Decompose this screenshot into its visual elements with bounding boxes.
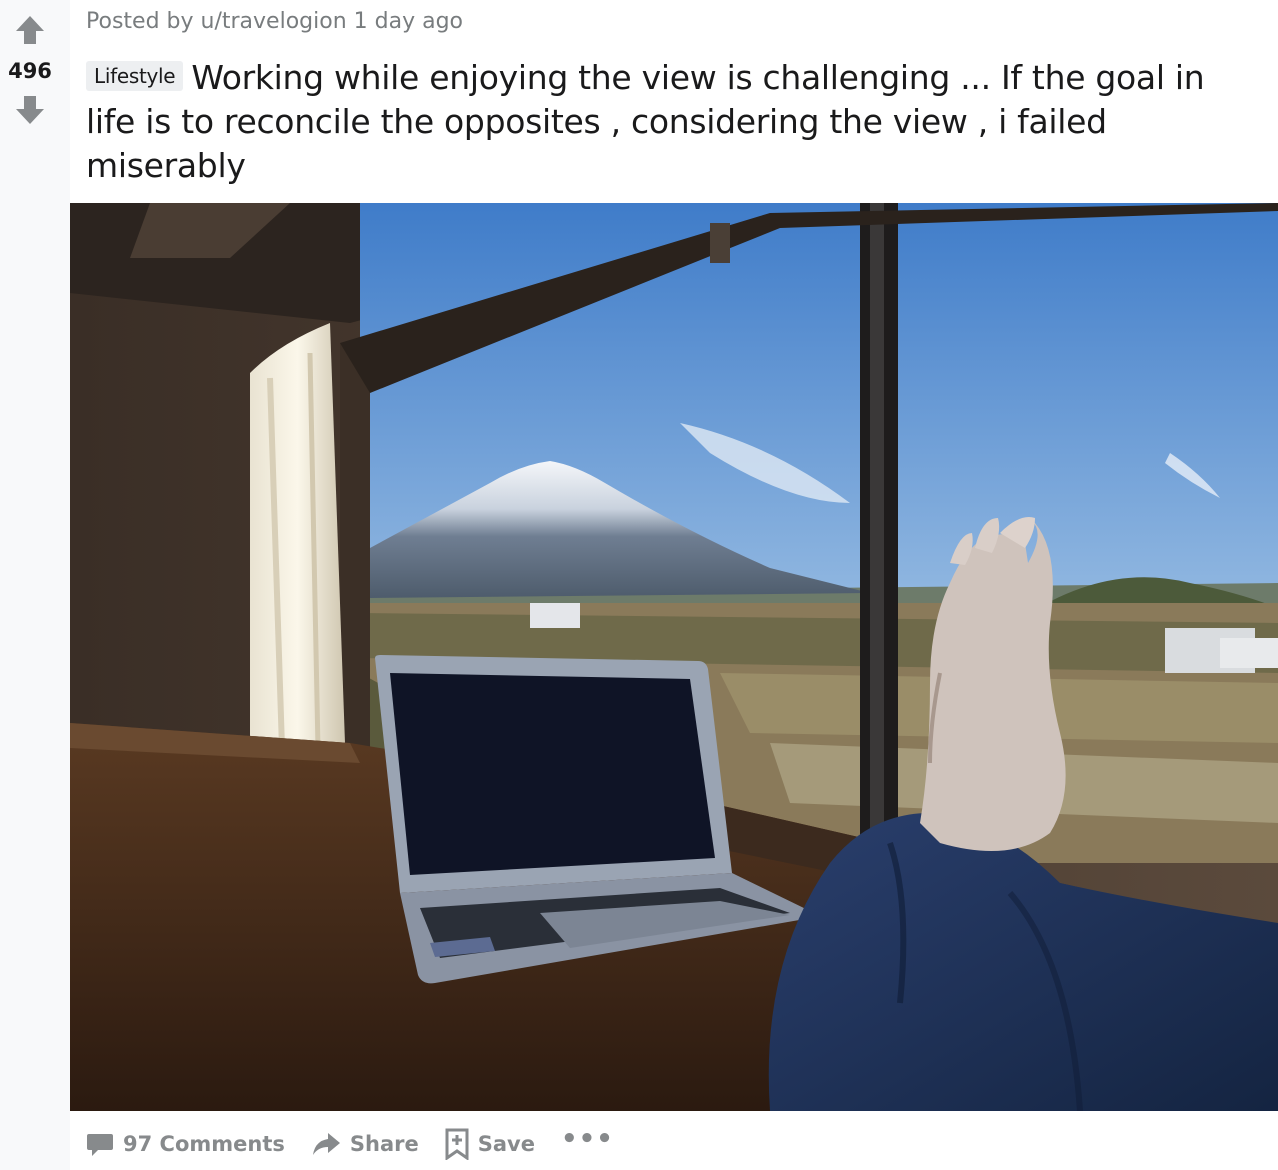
arrow-down-icon[interactable] bbox=[14, 94, 46, 126]
more-options-icon: ••• bbox=[560, 1124, 614, 1154]
share-label: Share bbox=[349, 1132, 419, 1156]
author-link[interactable]: u/travelogion bbox=[201, 9, 347, 34]
save-label: Save bbox=[477, 1132, 535, 1156]
post-image[interactable] bbox=[70, 203, 1278, 1111]
comments-button[interactable]: 97 Comments bbox=[86, 1130, 285, 1158]
post-meta: Posted by u/travelogion 1 day ago bbox=[86, 9, 463, 34]
comment-icon bbox=[87, 1134, 113, 1156]
post-age: 1 day ago bbox=[353, 9, 463, 34]
flair-badge[interactable]: Lifestyle bbox=[86, 61, 184, 91]
bookmark-icon bbox=[445, 1128, 469, 1160]
more-options-button[interactable]: ••• bbox=[560, 1124, 614, 1159]
post-title: Working while enjoying the view is chall… bbox=[86, 58, 1205, 185]
photo-laptop-mount-fuji-view bbox=[70, 203, 1278, 1111]
share-button[interactable]: Share bbox=[311, 1130, 419, 1158]
save-button[interactable]: Save bbox=[445, 1128, 535, 1160]
arrow-up-icon[interactable] bbox=[14, 14, 46, 46]
posted-by-prefix: Posted by bbox=[86, 9, 201, 34]
share-icon bbox=[312, 1133, 340, 1155]
vote-score: 496 bbox=[8, 59, 52, 83]
vote-column: 496 bbox=[0, 0, 70, 1170]
post-action-bar: 97 Comments Share Save ••• bbox=[86, 1124, 614, 1164]
post-title-block[interactable]: Lifestyle Working while enjoying the view… bbox=[86, 56, 1256, 188]
comments-label: 97 Comments bbox=[123, 1132, 285, 1156]
